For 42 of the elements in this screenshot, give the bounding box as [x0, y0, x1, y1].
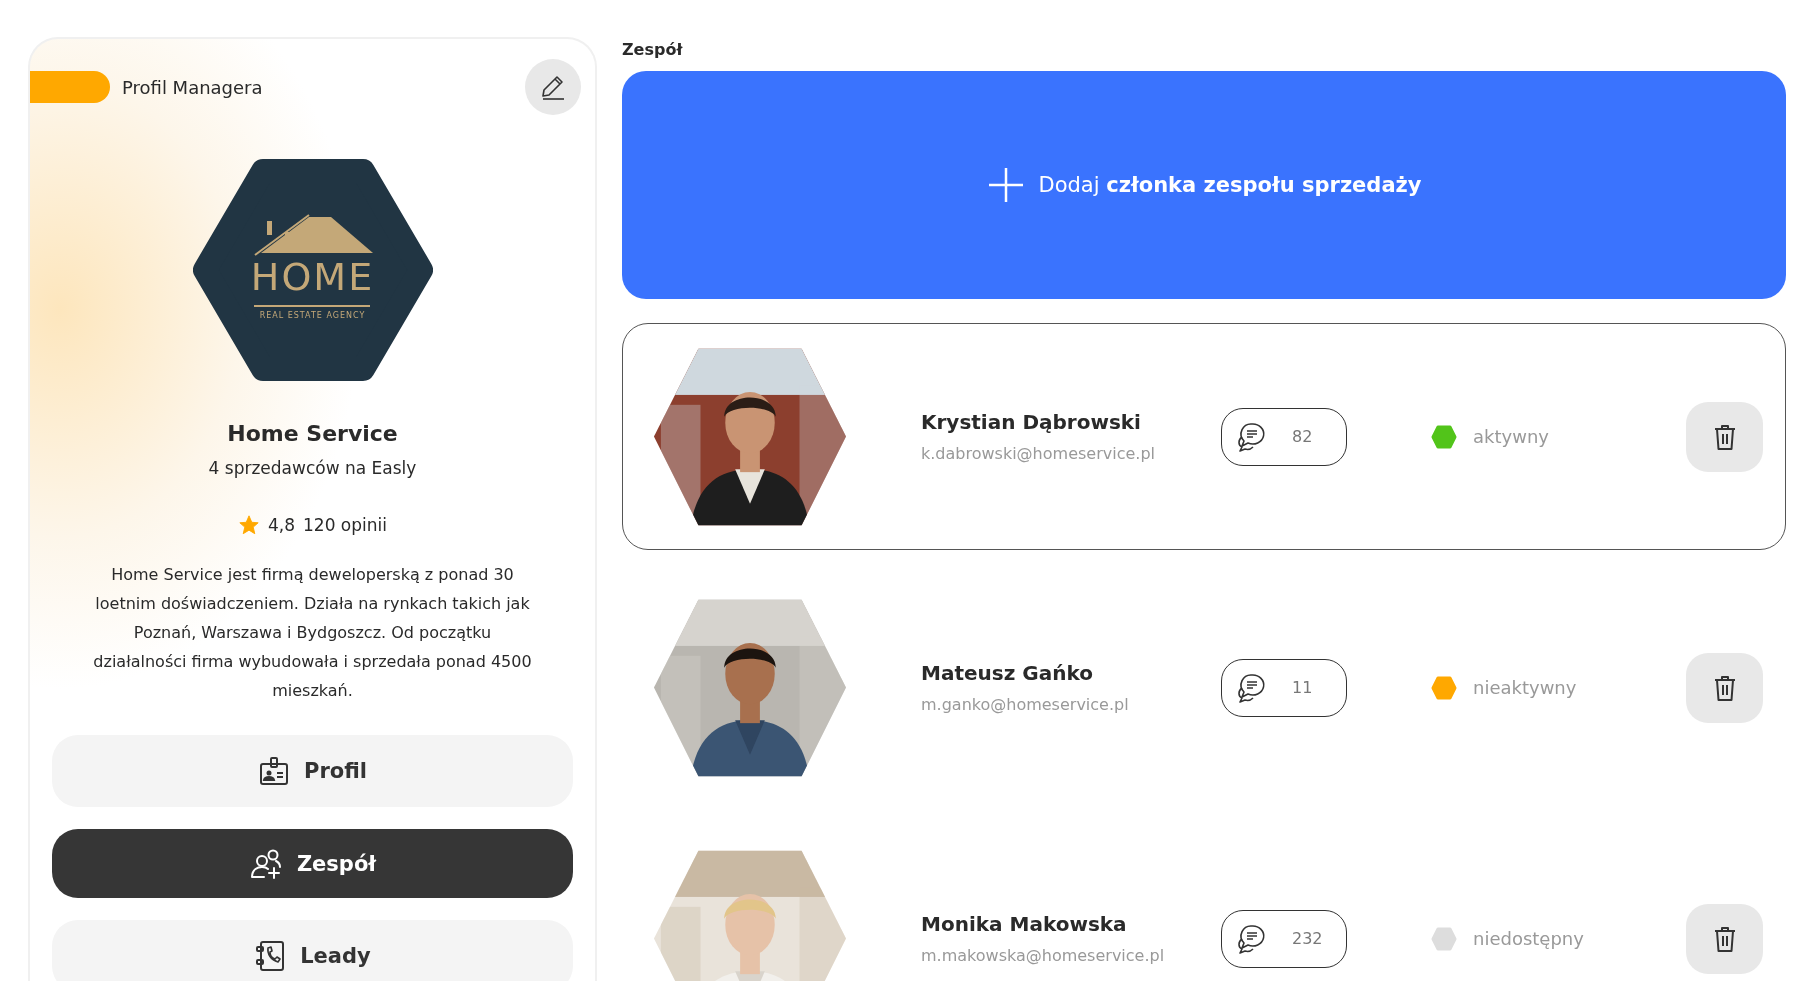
review-count: 120 opinii [303, 515, 387, 535]
messages-button[interactable]: 232 [1221, 909, 1347, 968]
company-description: Home Service jest firmą deweloperską z ponad 30 loetnim doświadczeniem. Działa na rynkach takich jak Poznań, Warszawa i Bydgoszcz. Od początku działalności firma wybudowała i sprzedała ponad 4500 mieszkań. [92, 564, 533, 702]
member-email: m.ganko@homeservice.pl [921, 695, 1130, 714]
delete-button[interactable] [1686, 401, 1763, 472]
company-name: Home Service [227, 421, 398, 446]
status-label: nieaktywny [1473, 677, 1577, 698]
pencil-icon [540, 74, 566, 100]
trash-icon [1712, 673, 1737, 702]
company-subtitle: 4 sprzedawców na Easly [208, 458, 417, 478]
messages-button[interactable]: 82 [1221, 407, 1347, 466]
phone-book-icon [254, 939, 287, 973]
member-card[interactable]: Krystian Dąbrowski k.dabrowski@homeservice.pl 82 aktywny [622, 323, 1786, 550]
member-email: m.makowska@homeservice.pl [921, 946, 1166, 965]
section-title: Zespół [622, 40, 684, 59]
member-name: Krystian Dąbrowski [921, 410, 1142, 434]
house-icon [253, 214, 373, 256]
logo-tagline: REAL ESTATE AGENCY [259, 311, 366, 320]
member-card[interactable]: Mateusz Gańko m.ganko@homeservice.pl 11 nieaktywny [622, 574, 1786, 801]
add-user-icon [248, 847, 283, 880]
nav-button[interactable]: Profil [52, 735, 573, 807]
rating-value: 4,8 [267, 515, 295, 535]
delete-button[interactable] [1686, 903, 1763, 974]
nav-button[interactable]: Zespół [52, 829, 573, 898]
trash-icon [1712, 924, 1737, 953]
add-member-button[interactable]: Dodaj członka zespołu sprzedaży [622, 71, 1786, 299]
trash-icon [1712, 422, 1737, 451]
status-label: niedostępny [1473, 928, 1584, 949]
panel-title: Profil Managera [122, 76, 264, 98]
logo-wordmark: HOME [250, 255, 375, 299]
nav-button[interactable]: Leady [52, 920, 573, 981]
member-name: Monika Makowska [921, 912, 1128, 936]
id-card-icon [258, 755, 290, 787]
delete-button[interactable] [1686, 652, 1763, 723]
member-card[interactable]: Monika Makowska m.makowska@homeservice.pl 232 niedostępny [622, 825, 1786, 981]
messages-button[interactable]: 11 [1221, 658, 1347, 717]
member-email: k.dabrowski@homeservice.pl [921, 444, 1156, 463]
star-icon [237, 514, 260, 536]
member-name: Mateusz Gańko [921, 661, 1094, 685]
status-label: aktywny [1473, 426, 1549, 447]
plus-icon [986, 166, 1025, 204]
edit-button[interactable] [525, 59, 581, 115]
